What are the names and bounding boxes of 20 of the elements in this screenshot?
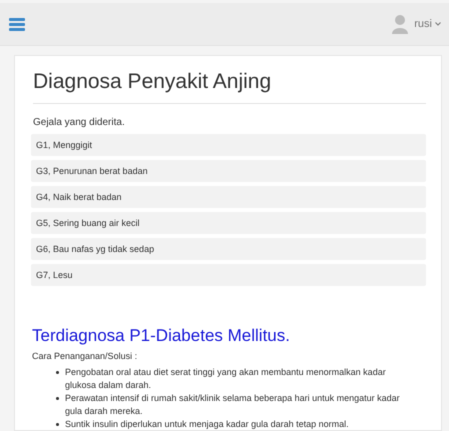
symptom-row: G4, Naik berat badan xyxy=(31,186,426,208)
bullet-icon xyxy=(56,371,59,374)
user-avatar-icon xyxy=(392,14,408,34)
symptom-row: G1, Menggigit xyxy=(31,134,426,156)
solution-item: Pengobatan oral atau diet serat tinggi yang akan membantu menormalkan kadar glukosa dalam darah. xyxy=(65,366,387,392)
solution-label: Cara Penanganan/Solusi : xyxy=(32,351,138,361)
solution-item: Perawatan intensif di rumah sakit/klinik selama beberapa hari untuk mengatur kadar gula darah mereka. xyxy=(65,392,401,418)
user-menu[interactable]: rusi xyxy=(414,18,441,30)
symptom-row: G6, Bau nafas yg tidak sedap xyxy=(31,238,426,260)
bullet-icon xyxy=(56,397,59,400)
symptom-row: G3, Penurunan berat badan xyxy=(31,160,426,182)
solution-item: Suntik insulin diperlukan untuk menjaga kadar gula darah tetap normal. xyxy=(65,418,349,431)
caret-icon xyxy=(435,22,441,26)
symptom-row: G7, Lesu xyxy=(31,264,426,286)
diagnosis-heading: Terdiagnosa P1-Diabetes Mellitus. xyxy=(32,326,291,346)
bullet-icon xyxy=(56,423,59,426)
menu-icon[interactable] xyxy=(9,18,25,30)
page-title: Diagnosa Penyakit Anjing xyxy=(33,70,426,104)
symptoms-label: Gejala yang diderita. xyxy=(33,117,126,128)
symptom-row: G5, Sering buang air kecil xyxy=(31,212,426,234)
